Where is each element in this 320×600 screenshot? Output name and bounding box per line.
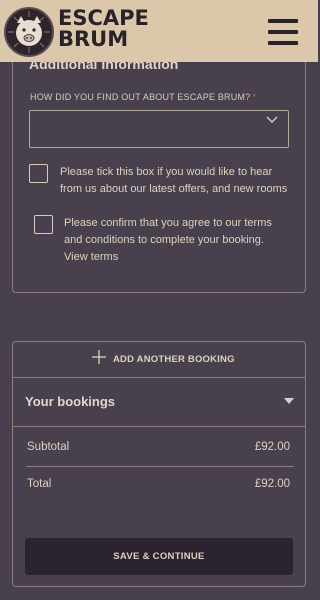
your-bookings-title: Your bookings [25,394,116,409]
marketing-checkbox-label: Please tick this box if you would like t… [60,166,288,195]
logo-line-1: ESCAPE [58,6,149,30]
total-value: £92.00 [254,478,290,490]
subtotal-row: Subtotal £92.00 [27,441,292,453]
marketing-checkbox[interactable] [29,164,48,183]
add-another-booking-label: ADD ANOTHER BOOKING [113,354,235,365]
terms-checkbox[interactable] [34,215,53,234]
terms-checkbox-label: Please confirm that you agree to our ter… [64,215,289,266]
total-row: Total £92.00 [27,478,292,490]
summary-divider [26,466,294,467]
source-select[interactable] [29,110,289,148]
plus-icon [92,350,106,364]
hamburger-menu-icon[interactable] [268,19,298,45]
total-label: Total [27,478,52,490]
source-field-label: HOW DID YOU FIND OUT ABOUT ESCAPE BRUM? * [30,92,257,102]
save-and-continue-button[interactable]: SAVE & CONTINUE [25,538,293,575]
subtotal-value: £92.00 [254,441,290,453]
view-terms-link[interactable]: View terms [64,251,118,263]
subtotal-label: Subtotal [27,441,70,453]
pig-logo-icon[interactable] [4,7,54,57]
caret-down-icon [284,398,294,404]
add-another-booking-button[interactable]: ADD ANOTHER BOOKING [12,341,306,378]
chevron-down-icon [266,116,278,123]
site-header: ESCAPE BRUM [0,0,318,62]
terms-text: Please confirm that you agree to our ter… [64,217,272,246]
required-marker: * [252,92,257,102]
logo-line-2: BRUM [58,27,129,51]
logo-wordmark[interactable]: ESCAPE BRUM [58,8,149,50]
your-bookings-toggle[interactable]: Your bookings [12,378,306,427]
